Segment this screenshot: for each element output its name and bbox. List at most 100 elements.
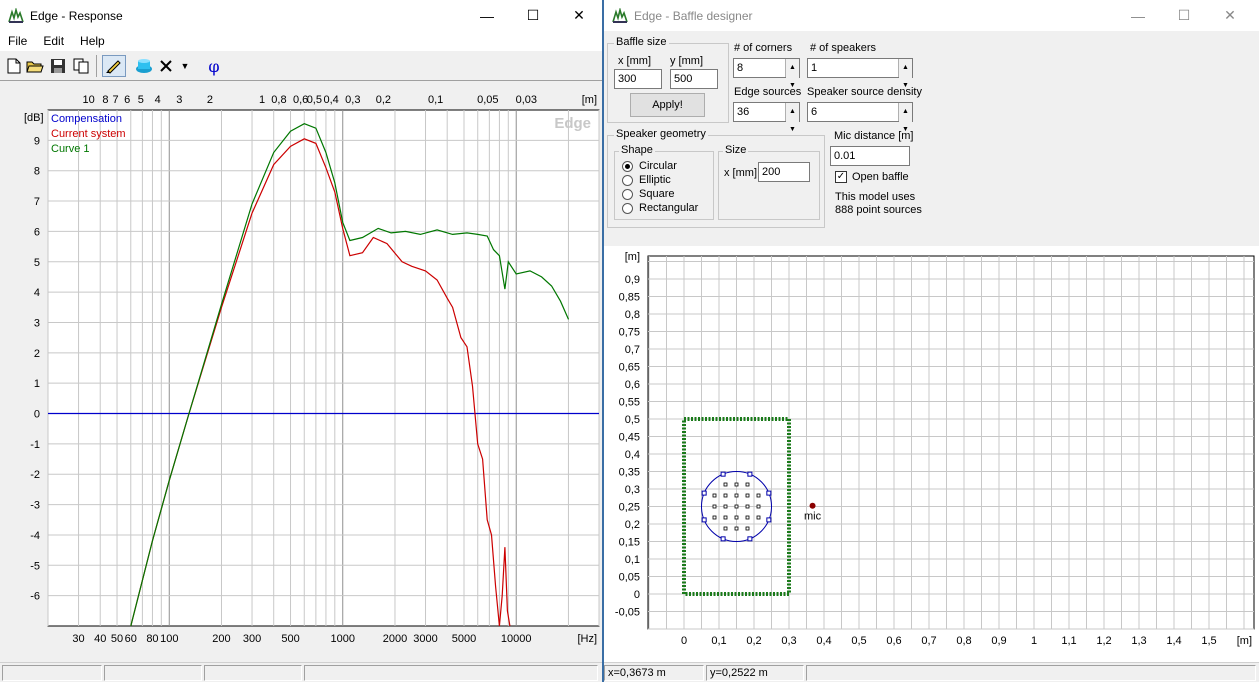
status-cell-1: [2, 665, 102, 681]
menu-edit[interactable]: Edit: [35, 34, 72, 48]
spin-up-icon[interactable]: ▲: [899, 103, 912, 121]
radio-label: Circular: [639, 160, 677, 172]
menu-help[interactable]: Help: [72, 34, 113, 48]
maximize-icon[interactable]: ☐: [1161, 0, 1207, 31]
speaker-source-point: [723, 526, 728, 531]
close-icon[interactable]: ✕: [556, 0, 602, 31]
speaker-edge-point: [720, 471, 726, 477]
y-tick-label: 0,7: [625, 344, 640, 356]
y-tick-label: 0,35: [619, 467, 640, 479]
close-icon[interactable]: ✕: [1207, 0, 1253, 31]
y-tick-label: 0,55: [619, 397, 640, 409]
speakers-value: 1: [811, 62, 818, 74]
y-tick-label: 1: [34, 378, 40, 390]
edge-sources-label: Edge sources: [734, 86, 802, 98]
status-empty: [806, 665, 1256, 681]
y-tick-label: 2: [34, 348, 40, 360]
radio-rectangular[interactable]: Rectangular: [622, 202, 698, 214]
window-title: Edge - Response: [30, 8, 123, 23]
baffle-plot[interactable]: 0,9 0,85 0,8 0,75 0,7 0,65 0,6 0,55 0,5 0,45 0,4 0,…: [604, 246, 1259, 662]
speaker-source-point: [723, 504, 728, 509]
y-axis-label: [m]: [625, 251, 640, 263]
y-tick-label: 0,6: [625, 379, 640, 391]
status-y: y=0,2522 m: [706, 665, 804, 681]
speaker-icon[interactable]: [133, 55, 155, 77]
status-bar: x=0,3673 m y=0,2522 m: [604, 662, 1259, 682]
y-tick-label: 0,9: [625, 274, 640, 286]
phase-button[interactable]: φ: [202, 55, 226, 77]
spin-up-icon[interactable]: ▲: [899, 59, 912, 77]
baffle-x-label: x [mm]: [618, 55, 651, 67]
speakers-spinner[interactable]: 1 ▲ ▼: [807, 58, 913, 95]
apply-button[interactable]: Apply!: [630, 93, 705, 117]
x-tick-label: 0,7: [921, 635, 936, 647]
mic-marker: [809, 502, 816, 509]
radio-selected-icon: [622, 160, 633, 172]
y-tick-label: 0: [34, 409, 40, 421]
top-tick-label: 0,8: [271, 94, 286, 106]
maximize-icon[interactable]: ☐: [510, 0, 556, 31]
minimize-icon[interactable]: —: [464, 0, 510, 31]
speaker-edge-point: [701, 517, 707, 523]
dropdown-arrow-icon[interactable]: ▼: [177, 55, 193, 77]
y-tick-label: 0,15: [619, 537, 640, 549]
source-density-spinner[interactable]: 6 ▲ ▼: [807, 102, 913, 139]
y-axis-label: [dB]: [24, 112, 44, 124]
baffle-x-field[interactable]: 300: [614, 69, 662, 89]
y-tick-label: 3: [34, 317, 40, 329]
radio-elliptic[interactable]: Elliptic: [622, 174, 671, 186]
y-tick-label: 0,75: [619, 327, 640, 339]
edge-sources-spinner[interactable]: 36 ▲ ▼: [733, 102, 800, 139]
radio-empty-icon: [622, 202, 633, 214]
x-tick-label: 1,2: [1096, 635, 1111, 647]
baffle-y-label: y [mm]: [670, 55, 703, 67]
baffle-y-field[interactable]: 500: [670, 69, 718, 89]
radio-circular[interactable]: Circular: [622, 160, 677, 172]
spin-up-icon[interactable]: ▲: [786, 103, 799, 121]
save-icon[interactable]: [48, 55, 68, 77]
x-axis-label: [Hz]: [577, 633, 597, 645]
y-tick-label: 6: [34, 226, 40, 238]
pencil-icon[interactable]: [102, 55, 126, 77]
x-axis-label: [m]: [1237, 635, 1252, 647]
y-tick-label: 0,65: [619, 362, 640, 374]
y-tick-label: 9: [34, 135, 40, 147]
y-tick-label: 0: [634, 589, 640, 601]
response-titlebar[interactable]: Edge - Response — ☐ ✕: [0, 0, 602, 31]
mic-distance-field[interactable]: 0.01: [830, 146, 910, 166]
toolbar: ▼ φ: [0, 51, 602, 81]
minimize-icon[interactable]: —: [1115, 0, 1161, 31]
y-tick-label: -1: [30, 439, 40, 451]
plot-area: [647, 255, 1255, 630]
legend-entry: Curve 1: [51, 143, 90, 155]
response-window: Edge - Response — ☐ ✕ File Edit Help ▼ φ…: [0, 0, 602, 682]
x-tick-label: 50: [111, 633, 123, 645]
speaker-geometry-label: Speaker geometry: [614, 128, 708, 140]
top-tick-label: 6: [124, 94, 130, 106]
radio-square[interactable]: Square: [622, 188, 674, 200]
top-tick-label: 1: [259, 94, 265, 106]
y-tick-label: 0,5: [625, 414, 640, 426]
delete-icon[interactable]: [157, 55, 175, 77]
radio-label: Square: [639, 188, 675, 200]
spin-up-icon[interactable]: ▲: [786, 59, 799, 77]
top-tick-label: 7: [112, 94, 118, 106]
status-bar: [0, 662, 602, 682]
size-x-field[interactable]: 200: [758, 162, 810, 182]
x-tick-label: 1000: [331, 633, 355, 645]
top-tick-label: 2: [207, 94, 213, 106]
toolbar-separator: [96, 55, 97, 77]
speaker-source-point: [745, 504, 750, 509]
baffle-titlebar[interactable]: Edge - Baffle designer — ☐ ✕: [604, 0, 1259, 31]
open-folder-icon[interactable]: [25, 55, 45, 77]
corners-label: # of corners: [734, 42, 793, 54]
copy-icon[interactable]: [71, 55, 91, 77]
corners-spinner[interactable]: 8 ▲ ▼: [733, 58, 800, 95]
menu-file[interactable]: File: [0, 34, 35, 48]
y-tick-label: 0,2: [625, 519, 640, 531]
new-file-icon[interactable]: [4, 55, 24, 77]
open-baffle-checkbox[interactable]: ✓ Open baffle: [835, 171, 909, 183]
y-tick-label: -4: [30, 530, 40, 542]
speaker-edge-point: [766, 490, 772, 496]
speaker-source-point: [723, 482, 728, 487]
